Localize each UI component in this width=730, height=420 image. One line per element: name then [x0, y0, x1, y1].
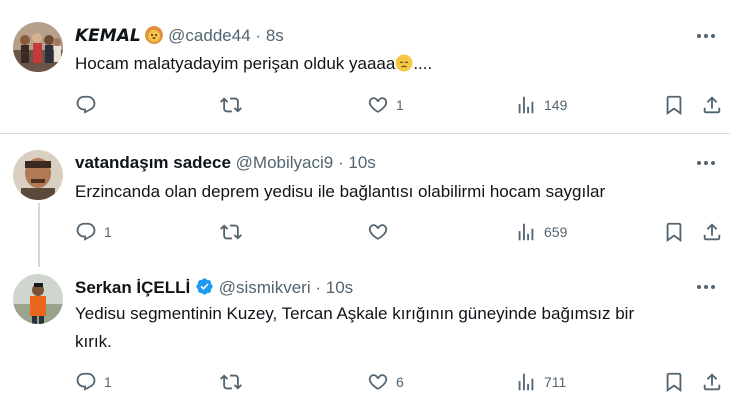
retweet-button[interactable]	[220, 371, 249, 393]
display-name[interactable]: Serkan İÇELLİ	[75, 278, 190, 297]
retweet-icon	[220, 374, 242, 390]
share-button[interactable]	[701, 94, 723, 116]
separator: ·	[337, 153, 344, 172]
views-button[interactable]: 659	[515, 221, 567, 243]
thread-line	[38, 203, 40, 267]
like-count: 6	[396, 374, 404, 390]
like-count: 1	[396, 97, 404, 113]
bookmark-icon	[666, 222, 682, 243]
bookmark-icon	[666, 95, 682, 116]
timestamp[interactable]: 8s	[266, 26, 284, 45]
retweet-button[interactable]	[220, 221, 249, 243]
heart-icon	[368, 224, 388, 240]
avatar[interactable]	[13, 22, 63, 72]
tweet-1[interactable]: 𝙆𝙀𝙈𝘼𝙇 @cadde44 · 8s Hocam malatyadayim p…	[0, 0, 730, 132]
tweet-header: 𝙆𝙀𝙈𝘼𝙇 @cadde44 · 8s	[75, 26, 284, 46]
bookmark-button[interactable]	[663, 94, 685, 116]
tweet-text: Erzincanda olan deprem yedisu ile bağlan…	[75, 182, 606, 201]
tweet-3[interactable]: Serkan İÇELLİ @sismikveri · 10s Yedisu s…	[0, 264, 730, 420]
reply-button[interactable]: 1	[75, 221, 112, 243]
share-icon	[703, 373, 721, 391]
like-button[interactable]: 6	[367, 371, 404, 393]
tweet-text: Hocam malatyadayim perişan olduk yaaaa..…	[75, 50, 685, 78]
avatar[interactable]	[13, 150, 63, 200]
like-button[interactable]	[367, 221, 396, 243]
views-icon	[518, 96, 534, 114]
retweet-icon	[220, 224, 242, 240]
reply-count: 1	[104, 374, 112, 390]
reply-icon	[76, 372, 96, 391]
separator: ·	[255, 26, 262, 45]
views-count: 659	[544, 224, 568, 240]
retweet-icon	[220, 97, 242, 113]
more-options-icon[interactable]	[694, 153, 718, 173]
divider	[0, 133, 730, 134]
lion-face-icon	[145, 26, 168, 45]
pensive-face-icon	[395, 54, 413, 73]
timestamp[interactable]: 10s	[326, 278, 353, 297]
share-button[interactable]	[701, 371, 723, 393]
handle[interactable]: @Mobilyaci9	[236, 153, 334, 172]
views-count: 711	[544, 374, 567, 390]
views-button[interactable]: 711	[515, 371, 566, 393]
timestamp[interactable]: 10s	[348, 153, 375, 172]
more-options-icon[interactable]	[694, 277, 718, 297]
tweet-2[interactable]: vatandaşım sadece @Mobilyaci9 · 10s Erzi…	[0, 136, 730, 267]
display-name[interactable]: vatandaşım sadece	[75, 153, 231, 172]
display-name[interactable]: 𝙆𝙀𝙈𝘼𝙇	[75, 26, 141, 45]
heart-icon	[368, 97, 388, 113]
handle[interactable]: @cadde44	[168, 26, 251, 45]
reply-count: 1	[104, 224, 112, 240]
handle[interactable]: @sismikveri	[219, 278, 311, 297]
verified-badge-icon	[195, 278, 219, 297]
reply-icon	[76, 95, 96, 114]
tweet-text-content: Hocam malatyadayim perişan olduk yaaaa	[75, 54, 396, 73]
heart-icon	[368, 374, 388, 390]
bookmark-button[interactable]	[663, 221, 685, 243]
separator: ·	[315, 278, 322, 297]
like-button[interactable]: 1	[367, 94, 404, 116]
share-icon	[703, 223, 721, 241]
bookmark-button[interactable]	[663, 371, 685, 393]
tweet-text-line: kırık.	[75, 332, 112, 351]
tweet-text: Yedisu segmentinin Kuzey, Tercan Aşkale …	[75, 300, 685, 356]
views-icon	[518, 373, 534, 391]
more-options-icon[interactable]	[694, 26, 718, 46]
share-icon	[703, 96, 721, 114]
views-icon	[518, 223, 534, 241]
reply-button[interactable]	[75, 94, 104, 116]
reply-button[interactable]: 1	[75, 371, 112, 393]
tweet-text-line: Yedisu segmentinin Kuzey, Tercan Aşkale …	[75, 304, 635, 323]
avatar[interactable]	[13, 274, 63, 324]
share-button[interactable]	[701, 221, 723, 243]
views-count: 149	[544, 97, 568, 113]
reply-icon	[76, 222, 96, 241]
tweet-header: vatandaşım sadece @Mobilyaci9 · 10s	[75, 153, 376, 173]
bookmark-icon	[666, 372, 682, 393]
tweet-text-suffix: ....	[413, 54, 433, 73]
tweet-header: Serkan İÇELLİ @sismikveri · 10s	[75, 277, 353, 298]
views-button[interactable]: 149	[515, 94, 567, 116]
retweet-button[interactable]	[220, 94, 249, 116]
